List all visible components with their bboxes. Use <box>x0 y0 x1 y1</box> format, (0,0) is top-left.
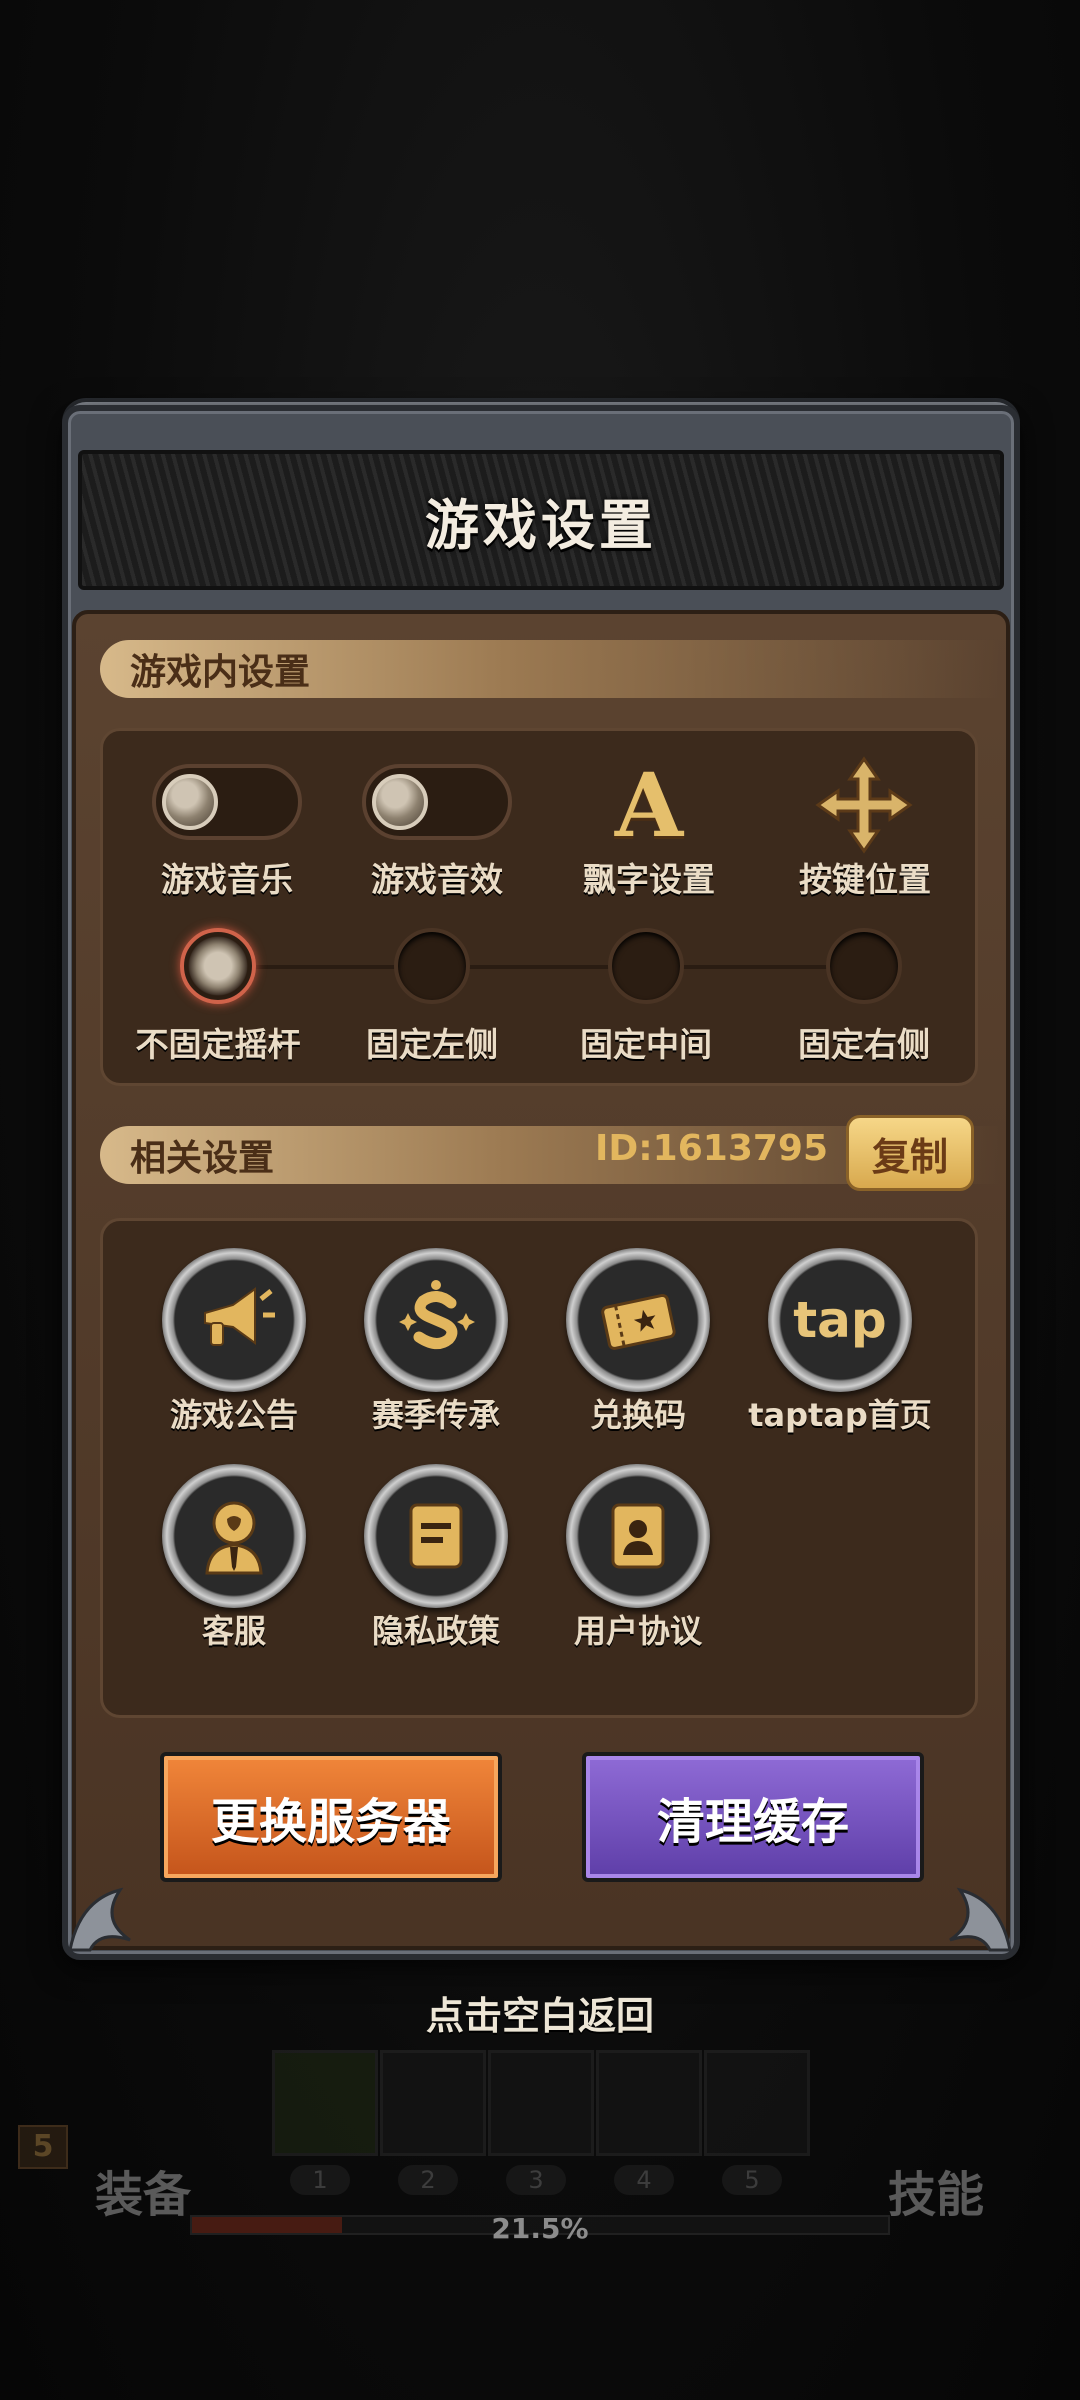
user-agreement-button[interactable] <box>566 1464 710 1608</box>
joystick-track <box>215 965 865 969</box>
corner-ornament-left <box>68 1887 131 1952</box>
document-icon <box>409 1503 463 1569</box>
joystick-option-label: 固定中间 <box>580 1025 712 1064</box>
slot-number: 5 <box>722 2165 782 2195</box>
joystick-option-label: 固定左侧 <box>366 1025 498 1064</box>
player-id: ID:1613795 <box>595 1128 829 1169</box>
music-label: 游戏音乐 <box>161 860 293 899</box>
taptap-homepage-label: taptap首页 <box>748 1396 932 1434</box>
taptap-icon: tap <box>793 1291 887 1349</box>
change-server-button[interactable]: 更换服务器 <box>160 1752 502 1882</box>
section-title: 相关设置 <box>130 1138 275 1179</box>
music-toggle[interactable] <box>152 764 302 840</box>
clear-cache-button[interactable]: 清理缓存 <box>582 1752 924 1882</box>
season-inherit-label: 赛季传承 <box>371 1396 500 1434</box>
key-position-label[interactable]: 按键位置 <box>790 853 940 901</box>
customer-service-button[interactable] <box>162 1464 306 1608</box>
user-agreement-icon <box>611 1503 665 1569</box>
font-setting-icon[interactable]: A <box>604 753 694 857</box>
season-inherit-button[interactable] <box>364 1248 508 1392</box>
announcement-button[interactable] <box>162 1248 306 1392</box>
skill-slot <box>380 2050 486 2156</box>
redeem-code-label: 兑换码 <box>589 1396 686 1434</box>
font-setting-label[interactable]: 飘字设置 <box>574 853 724 901</box>
joystick-option-right[interactable] <box>826 928 902 1004</box>
megaphone-icon <box>204 1287 275 1346</box>
skill-slot <box>596 2050 702 2156</box>
copy-id-button[interactable]: 复制 <box>846 1115 974 1191</box>
redeem-code-button[interactable] <box>566 1248 710 1392</box>
season-s-icon <box>399 1280 475 1349</box>
ticket-icon <box>601 1293 676 1350</box>
toggle-knob <box>372 774 428 830</box>
tap-blank-to-return-hint: 点击空白返回 <box>425 1994 654 2038</box>
sound-effect-label: 游戏音效 <box>371 860 503 899</box>
progress-text: 21.5% <box>491 2212 589 2245</box>
joystick-option-label: 固定右侧 <box>798 1025 930 1064</box>
joystick-option-left[interactable] <box>394 928 470 1004</box>
joystick-option-center[interactable] <box>608 928 684 1004</box>
in-game-settings-header: 游戏内设置 <box>100 640 1000 698</box>
dialog-title-bar: 游戏设置 <box>78 450 1004 590</box>
privacy-policy-button[interactable] <box>364 1464 508 1608</box>
announcement-label: 游戏公告 <box>169 1396 298 1434</box>
joystick-option-floating[interactable] <box>180 928 256 1004</box>
corner-ornament-right <box>949 1887 1012 1952</box>
joystick-option-label: 不固定摇杆 <box>135 1025 301 1064</box>
slot-number: 4 <box>614 2165 674 2195</box>
user-agreement-label: 用户协议 <box>573 1612 702 1650</box>
privacy-policy-label: 隐私政策 <box>371 1612 500 1650</box>
taptap-homepage-button[interactable]: tap <box>768 1248 912 1392</box>
slot-number: 3 <box>506 2165 566 2195</box>
sound-effect-toggle[interactable] <box>362 764 512 840</box>
level-badge: 5 <box>18 2125 68 2169</box>
skill-slot <box>272 2050 378 2156</box>
dialog-title: 游戏设置 <box>425 493 657 557</box>
skill-slot <box>704 2050 810 2156</box>
move-arrows-icon[interactable] <box>814 755 914 855</box>
customer-service-icon <box>205 1501 263 1575</box>
section-title: 游戏内设置 <box>130 652 311 693</box>
toggle-knob <box>162 774 218 830</box>
customer-service-label: 客服 <box>201 1612 266 1650</box>
slot-number: 1 <box>290 2165 350 2195</box>
skill-slot <box>488 2050 594 2156</box>
slot-number: 2 <box>398 2165 458 2195</box>
